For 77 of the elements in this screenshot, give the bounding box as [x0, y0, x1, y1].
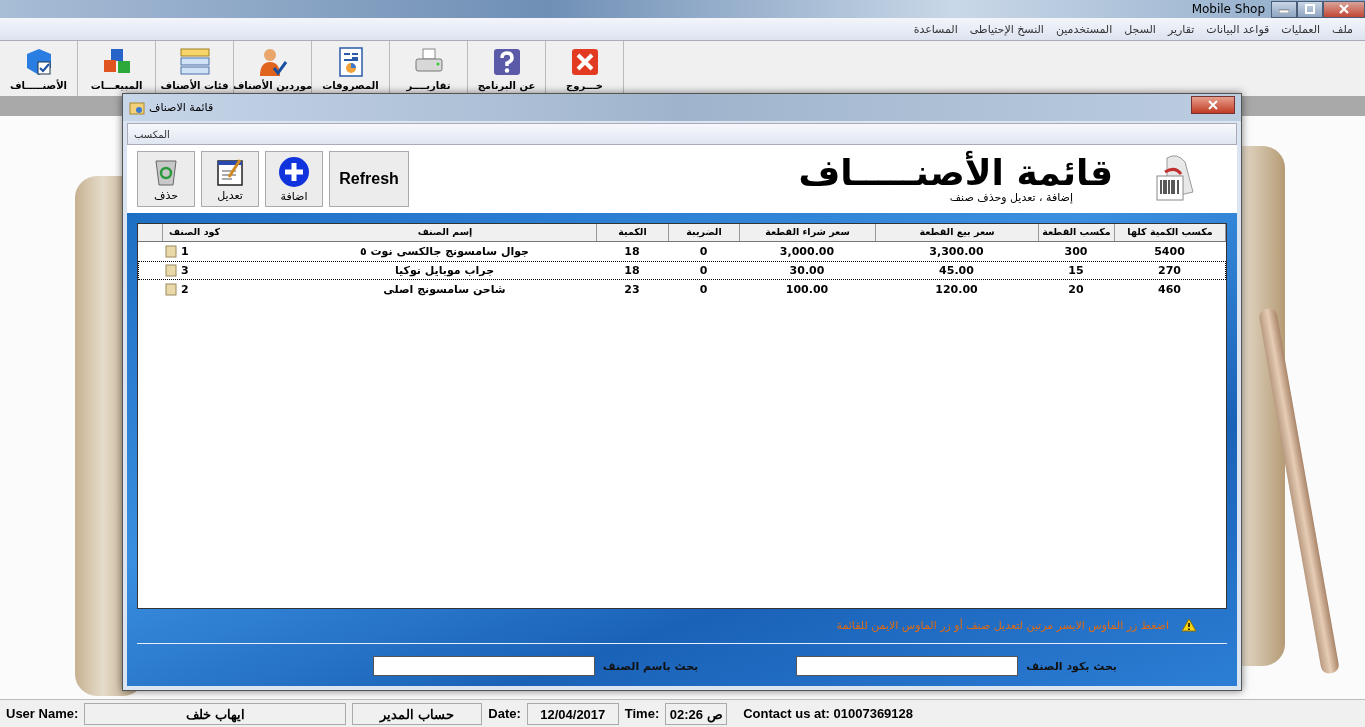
status-label: Contact us at: 01007369128: [743, 706, 914, 721]
column-header[interactable]: سعر بيع القطعة: [876, 224, 1039, 241]
toolbar-button[interactable]: موردين الأصناف: [234, 41, 312, 96]
hint-text: اضغط زر الماوس الايسر مرتين لتعديل صنف أو زر الماوس الايمن للقائمة: [836, 618, 1169, 632]
table-cell: 15: [1068, 263, 1084, 278]
table-cell: 18: [624, 244, 640, 259]
column-header[interactable]: إسم الصنف: [294, 224, 597, 241]
column-header[interactable]: سعر شراء القطعة: [740, 224, 876, 241]
column-header[interactable]: مكسب الكمية كلها: [1115, 224, 1226, 241]
table-cell: 120.00: [935, 282, 978, 297]
column-header[interactable]: الكمية: [597, 224, 669, 241]
input-field[interactable]: [372, 656, 595, 676]
table-cell: 3,000.00: [779, 244, 835, 259]
table-cell: 0: [699, 263, 708, 278]
table-cell: 3: [181, 263, 189, 278]
status-label: User Name:: [6, 706, 79, 721]
menu-item[interactable]: النسخ الإحتياطى: [969, 22, 1044, 36]
table-cell: 270: [1158, 263, 1181, 278]
menu-item[interactable]: المكسب: [134, 128, 170, 140]
menu-item[interactable]: ملف: [1332, 22, 1353, 36]
table-cell: 5400: [1154, 244, 1185, 259]
menu-item[interactable]: العمليات: [1281, 22, 1321, 36]
input-field[interactable]: [796, 656, 1019, 676]
delete-button[interactable]: حذف: [137, 151, 195, 207]
table-cell: 100.00: [785, 282, 829, 297]
menu-item[interactable]: قواعد البيانات: [1206, 22, 1270, 36]
add-button[interactable]: اضافة: [265, 151, 323, 207]
window-title: Mobile Shop: [1191, 2, 1265, 16]
table-cell: 23: [624, 282, 640, 297]
table-cell: 18: [624, 263, 640, 278]
status-value: 12/04/2017: [526, 702, 619, 725]
status-value: 02:26 ص: [665, 702, 728, 725]
dialog-title: قائمة الاصناف: [149, 101, 215, 114]
table-cell: جراب موبايل نوكيا: [394, 263, 495, 278]
column-header[interactable]: الضريبة: [669, 224, 740, 241]
clipboard-icon: [165, 283, 177, 296]
menu-item[interactable]: المستخدمين: [1055, 22, 1113, 36]
table-cell: 30.00: [789, 263, 825, 278]
clipboard-icon: [165, 264, 177, 277]
edit-button[interactable]: تعديل: [201, 151, 259, 207]
close-icon: [1339, 4, 1349, 14]
table-cell: شاحن سامسونج اصلى: [383, 282, 506, 297]
clipboard-icon: [165, 245, 177, 258]
status-label: Time:: [624, 706, 660, 721]
column-header[interactable]: مكسب القطعة: [1039, 224, 1115, 241]
page-subtitle: إضافة ، تعديل وحذف صنف: [949, 191, 1073, 205]
column-header[interactable]: كود الصنف: [162, 224, 294, 241]
status-value: ايهاب خلف: [84, 702, 347, 725]
table-cell: 0: [699, 244, 708, 259]
minimize-button[interactable]: [1271, 0, 1297, 18]
field-label: بحث بكود الصنف: [1026, 659, 1117, 673]
maximize-button[interactable]: [1297, 0, 1323, 18]
field-label: بحث باسم الصنف: [602, 659, 699, 673]
list-icon: [178, 46, 211, 78]
warning-icon: [1181, 618, 1197, 632]
table-cell: 1: [181, 244, 189, 259]
table-cell: 20: [1068, 282, 1084, 297]
menu-item[interactable]: تقارير: [1167, 22, 1195, 36]
folder-icon: [129, 99, 145, 116]
barcode-scanner-icon: [1153, 154, 1197, 204]
table-cell: جوال سامسونج جالكسى نوت ٥: [359, 244, 530, 259]
menu-item[interactable]: السجل: [1124, 22, 1156, 36]
close-button[interactable]: [1191, 95, 1235, 114]
maximize-icon: [1305, 4, 1315, 14]
table-cell: 2: [181, 282, 189, 297]
table-cell: 300: [1064, 244, 1088, 259]
refresh-button[interactable]: Refresh: [329, 151, 409, 207]
plus-icon: [278, 155, 310, 188]
table-cell: 0: [699, 282, 708, 297]
status-label: Date:: [488, 706, 521, 721]
close-icon: [1208, 99, 1218, 110]
status-value: حساب المدير: [352, 702, 483, 725]
close-button[interactable]: [1323, 0, 1365, 18]
table-cell: 460: [1158, 282, 1181, 297]
table-cell: 45.00: [939, 263, 974, 278]
table-cell: 3,300.00: [929, 244, 984, 259]
menu-item[interactable]: المساعدة: [913, 22, 958, 36]
